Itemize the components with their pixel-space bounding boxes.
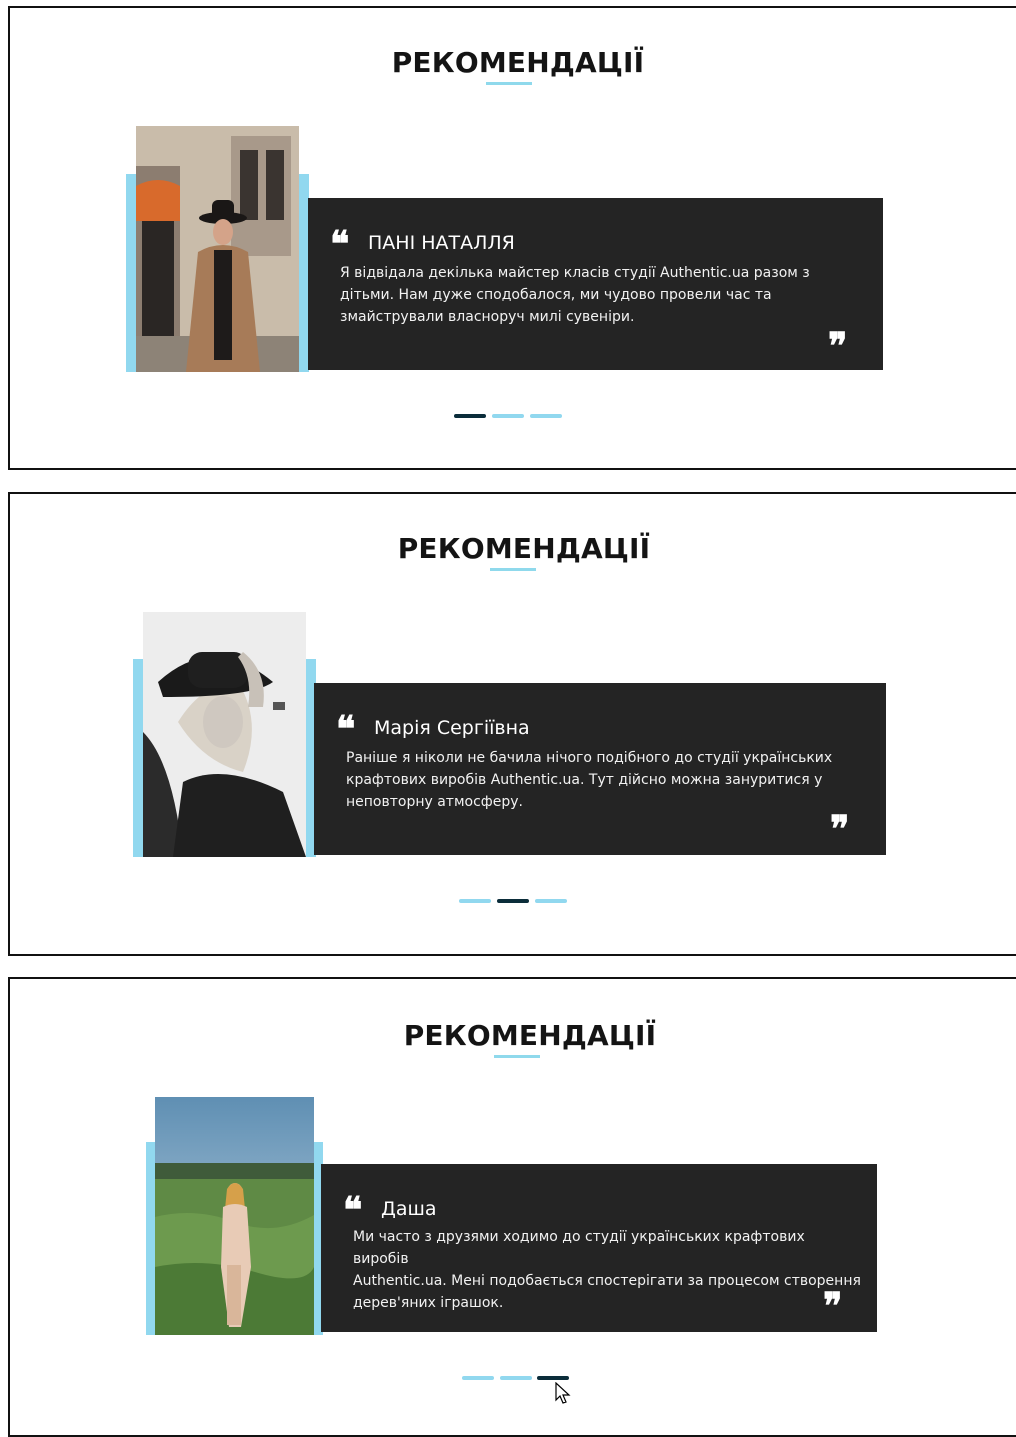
testimonial-text: Я відвідала декілька майстер класів студ… <box>340 265 810 325</box>
section-title: РЕКОМЕНДАЦІЇ <box>397 532 651 565</box>
testimonial-card: ❝ Даша Ми часто з друзями ходимо до студ… <box>321 1164 877 1332</box>
section-title: РЕКОМЕНДАЦІЇ <box>403 1019 657 1052</box>
quote-close-icon: ❞ <box>830 808 850 850</box>
title-underline <box>490 568 536 571</box>
reviewer-name: Марія Сергіївна <box>374 717 530 739</box>
testimonial-card: ❝ ПАНІ НАТАЛЛЯ Я відвідала декілька майс… <box>308 198 883 370</box>
testimonial-slide-1: РЕКОМЕНДАЦІЇ ❝ ПАНІ НАТАЛЛЯ Я відвідала … <box>8 6 1016 470</box>
woman-in-field-photo <box>155 1097 314 1335</box>
reviewer-photo <box>143 612 306 857</box>
mouse-cursor-icon <box>555 1382 571 1404</box>
quote-open-icon: ❝ <box>336 708 356 750</box>
testimonial-slide-2: РЕКОМЕНДАЦІЇ ❝ Марія Сергіївна Раніше я … <box>8 492 1016 956</box>
pagination-dot-3[interactable] <box>530 414 562 418</box>
section-title: РЕКОМЕНДАЦІЇ <box>391 46 645 79</box>
pagination-dot-1[interactable] <box>459 899 491 903</box>
testimonial-text: Раніше я ніколи не бачила нічого подібно… <box>346 750 833 810</box>
reviewer-name: ПАНІ НАТАЛЛЯ <box>368 232 515 254</box>
quote-close-icon: ❞ <box>823 1285 843 1327</box>
pagination-dot-2[interactable] <box>492 414 524 418</box>
quote-open-icon: ❝ <box>343 1189 363 1231</box>
pagination-dot-1[interactable] <box>462 1376 494 1380</box>
title-underline <box>494 1055 540 1058</box>
pagination-dot-2[interactable] <box>500 1376 532 1380</box>
woman-in-hat-bw-photo <box>143 612 306 857</box>
testimonial-slide-3: РЕКОМЕНДАЦІЇ ❝ Даша Ми часто з друзями х… <box>8 977 1016 1437</box>
pagination-dot-3[interactable] <box>535 899 567 903</box>
reviewer-photo <box>155 1097 314 1335</box>
reviewer-name: Даша <box>381 1198 437 1220</box>
pagination-dot-1[interactable] <box>454 414 486 418</box>
quote-open-icon: ❝ <box>330 223 350 265</box>
pagination-dot-2[interactable] <box>497 899 529 903</box>
quote-close-icon: ❞ <box>828 325 848 367</box>
testimonial-text: Ми часто з друзями ходимо до студії укра… <box>353 1229 861 1311</box>
title-underline <box>486 82 532 85</box>
reviewer-photo <box>136 126 299 372</box>
woman-in-hat-city-photo <box>136 126 299 372</box>
pagination-dot-3[interactable] <box>537 1376 569 1380</box>
testimonial-card: ❝ Марія Сергіївна Раніше я ніколи не бач… <box>314 683 886 855</box>
